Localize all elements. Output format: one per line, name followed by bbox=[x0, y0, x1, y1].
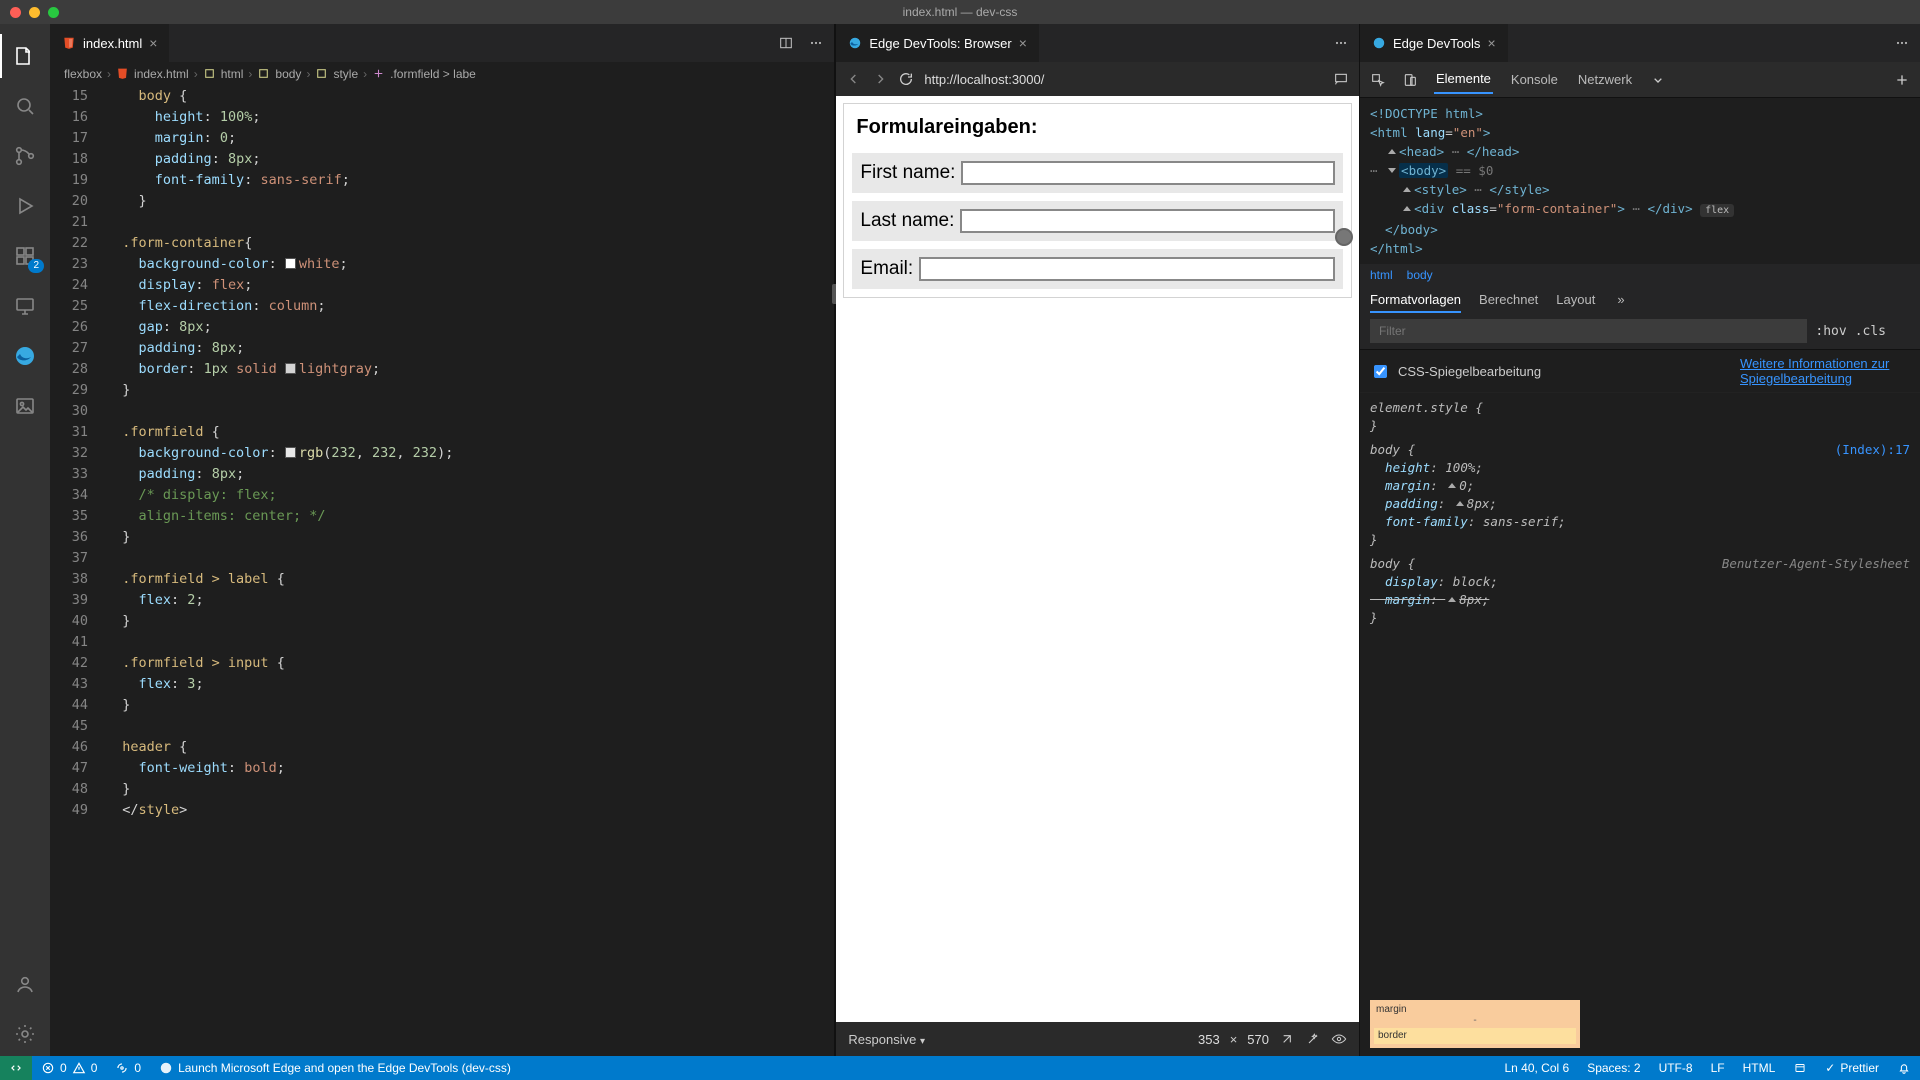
language-mode[interactable]: HTML bbox=[1734, 1061, 1785, 1075]
browser-urlbar: http://localhost:3000/ bbox=[836, 62, 1359, 96]
run-debug-icon[interactable] bbox=[0, 184, 50, 228]
editor-tab-label: index.html bbox=[83, 36, 142, 51]
last-name-input[interactable] bbox=[960, 209, 1335, 233]
extensions-icon[interactable]: 2 bbox=[0, 234, 50, 278]
window-zoom[interactable] bbox=[48, 7, 59, 18]
activity-bar: 2 bbox=[0, 24, 50, 1056]
form-field: First name: bbox=[852, 153, 1343, 193]
search-icon[interactable] bbox=[0, 84, 50, 128]
reload-icon[interactable] bbox=[898, 71, 914, 87]
viewport-width[interactable]: 353 bbox=[1198, 1032, 1220, 1047]
editor-tabbar: index.html × bbox=[50, 24, 834, 62]
rotate-icon[interactable] bbox=[1279, 1031, 1295, 1047]
form-field: Last name: bbox=[852, 201, 1343, 241]
new-tab-icon[interactable] bbox=[1894, 72, 1910, 88]
nav-forward-icon[interactable] bbox=[872, 71, 888, 87]
subtab-layout[interactable]: Layout bbox=[1556, 292, 1595, 313]
gallery-icon[interactable] bbox=[0, 384, 50, 428]
more-icon[interactable] bbox=[1894, 35, 1910, 51]
remote-explorer-icon[interactable] bbox=[0, 284, 50, 328]
styles-toolbar: :hov .cls bbox=[1360, 313, 1920, 350]
encoding[interactable]: UTF-8 bbox=[1650, 1061, 1702, 1075]
source-control-icon[interactable] bbox=[0, 134, 50, 178]
notifications-icon[interactable] bbox=[1888, 1061, 1920, 1075]
more-tabs-icon[interactable] bbox=[1650, 72, 1666, 88]
form-heading: Formulareingaben: bbox=[856, 116, 1343, 139]
device-icon[interactable] bbox=[1402, 72, 1418, 88]
breadcrumb[interactable]: flexbox› index.html› html› body› style› … bbox=[50, 62, 834, 86]
devtools-tab[interactable]: Edge DevTools × bbox=[1360, 24, 1509, 62]
window-title: index.html — dev-css bbox=[0, 5, 1920, 19]
errors-indicator[interactable]: 0 0 bbox=[32, 1061, 106, 1075]
window-close[interactable] bbox=[10, 7, 21, 18]
device-toolbar: Responsive ▾ 353 × 570 bbox=[836, 1022, 1359, 1056]
screencast-icon[interactable] bbox=[1333, 71, 1349, 87]
account-icon[interactable] bbox=[0, 962, 50, 1006]
editor-tab-index[interactable]: index.html × bbox=[50, 24, 170, 62]
edge-tools-icon[interactable] bbox=[0, 334, 50, 378]
box-model: margin - border bbox=[1360, 992, 1920, 1056]
hov-toggle[interactable]: :hov bbox=[1815, 324, 1846, 339]
styles-rules[interactable]: element.style { } body {(Index):17 heigh… bbox=[1360, 393, 1920, 992]
viewport-height[interactable]: 570 bbox=[1247, 1032, 1269, 1047]
remote-indicator[interactable] bbox=[0, 1056, 32, 1080]
close-icon[interactable]: × bbox=[1487, 35, 1495, 51]
indent-setting[interactable]: Spaces: 2 bbox=[1578, 1061, 1649, 1075]
devtools-toolbar: Elemente Konsole Netzwerk bbox=[1360, 62, 1920, 98]
resize-handle[interactable] bbox=[1335, 228, 1353, 246]
code-editor[interactable]: 1516171819202122232425262728293031323334… bbox=[50, 86, 834, 1056]
mirror-info-link[interactable]: Weitere Informationen zur Spiegelbearbei… bbox=[1740, 356, 1910, 386]
styles-filter-input[interactable] bbox=[1370, 319, 1807, 343]
close-icon[interactable]: × bbox=[149, 35, 157, 51]
first-name-input[interactable] bbox=[961, 161, 1335, 185]
css-mirror-checkbox[interactable] bbox=[1374, 365, 1387, 378]
styles-subtabs: Formatvorlagen Berechnet Layout » bbox=[1360, 286, 1920, 313]
url-field[interactable]: http://localhost:3000/ bbox=[924, 72, 1323, 87]
window-minimize[interactable] bbox=[29, 7, 40, 18]
browser-tab[interactable]: Edge DevTools: Browser × bbox=[836, 24, 1040, 62]
dt-tab-console[interactable]: Konsole bbox=[1509, 66, 1560, 93]
form-field: Email: bbox=[852, 249, 1343, 289]
explorer-icon[interactable] bbox=[0, 34, 50, 78]
dom-breadcrumb[interactable]: htmlbody bbox=[1360, 264, 1920, 286]
split-editor-icon[interactable] bbox=[778, 35, 794, 51]
wand-icon[interactable] bbox=[1305, 1031, 1321, 1047]
cls-toggle[interactable]: .cls bbox=[1855, 324, 1886, 339]
devtools-tabbar: Edge DevTools × bbox=[1360, 24, 1920, 62]
email-input[interactable] bbox=[919, 257, 1335, 281]
more-subtabs-icon[interactable]: » bbox=[1617, 292, 1624, 313]
extensions-badge: 2 bbox=[28, 259, 44, 273]
eye-icon[interactable] bbox=[1331, 1031, 1347, 1047]
eol[interactable]: LF bbox=[1702, 1061, 1734, 1075]
nav-back-icon[interactable] bbox=[846, 71, 862, 87]
dom-tree[interactable]: <!DOCTYPE html> <html lang="en"> <head> … bbox=[1360, 98, 1920, 264]
dt-tab-elements[interactable]: Elemente bbox=[1434, 65, 1493, 94]
browser-tab-label: Edge DevTools: Browser bbox=[869, 36, 1011, 51]
status-bar: 0 0 0 Launch Microsoft Edge and open the… bbox=[0, 1056, 1920, 1080]
more-icon[interactable] bbox=[808, 35, 824, 51]
close-icon[interactable]: × bbox=[1019, 35, 1027, 51]
cursor-position[interactable]: Ln 40, Col 6 bbox=[1495, 1061, 1578, 1075]
devtools-status-icon[interactable] bbox=[1784, 1061, 1816, 1075]
more-icon[interactable] bbox=[1333, 35, 1349, 51]
prettier-status[interactable]: ✓Prettier bbox=[1816, 1061, 1888, 1075]
ports-indicator[interactable]: 0 bbox=[106, 1061, 150, 1075]
launch-edge-button[interactable]: Launch Microsoft Edge and open the Edge … bbox=[150, 1061, 520, 1075]
browser-tabbar: Edge DevTools: Browser × bbox=[836, 24, 1359, 62]
subtab-computed[interactable]: Berechnet bbox=[1479, 292, 1538, 313]
browser-preview: Formulareingaben: First name: Last name:… bbox=[836, 96, 1359, 1022]
device-mode-select[interactable]: Responsive ▾ bbox=[848, 1032, 925, 1047]
css-mirror-row: CSS-Spiegelbearbeitung Weitere Informati… bbox=[1360, 350, 1920, 393]
settings-gear-icon[interactable] bbox=[0, 1012, 50, 1056]
subtab-styles[interactable]: Formatvorlagen bbox=[1370, 292, 1461, 313]
inspect-icon[interactable] bbox=[1370, 72, 1386, 88]
titlebar: index.html — dev-css bbox=[0, 0, 1920, 24]
dt-tab-network[interactable]: Netzwerk bbox=[1576, 66, 1634, 93]
